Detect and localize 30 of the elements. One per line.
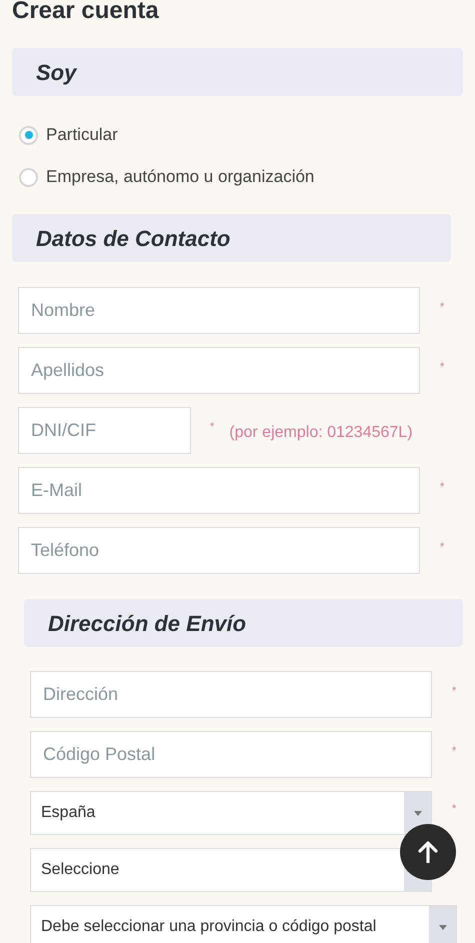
select-field[interactable]: España — [30, 791, 432, 835]
page-title: Crear cuenta — [12, 0, 160, 26]
required-mark: * — [210, 420, 214, 435]
required-mark: * — [452, 802, 456, 817]
radio-button[interactable] — [19, 168, 38, 186]
required-mark: * — [440, 480, 444, 495]
required-mark: * — [452, 684, 456, 699]
input-field[interactable]: Código Postal — [30, 731, 432, 778]
section-title: Soy — [36, 58, 76, 87]
required-mark: * — [440, 300, 444, 315]
radio-label: Empresa, autónomo u organización — [46, 166, 314, 188]
select-field[interactable]: Seleccione — [30, 848, 432, 892]
caret-icon — [414, 810, 422, 816]
hint-text: (por ejemplo: 01234567L) — [229, 423, 413, 443]
input-field[interactable]: Teléfono — [18, 527, 420, 574]
section-title: Datos de Contacto — [36, 224, 230, 252]
required-mark: * — [440, 360, 444, 375]
required-mark: * — [452, 744, 456, 759]
input-field[interactable]: Nombre — [18, 287, 420, 334]
input-field[interactable]: Apellidos — [18, 347, 420, 394]
radio-button[interactable] — [19, 126, 38, 144]
input-field[interactable]: Dirección — [30, 671, 432, 718]
arrow-up-icon — [418, 841, 438, 863]
input-field[interactable]: DNI/CIF — [18, 407, 191, 454]
input-field[interactable]: E-Mail — [18, 467, 420, 514]
caret-icon — [438, 924, 446, 930]
select-field[interactable]: Debe seleccionar una provincia o código postal — [30, 905, 457, 943]
radio-label: Particular — [46, 124, 118, 146]
section-title: Dirección de Envío — [48, 610, 246, 638]
required-mark: * — [440, 540, 444, 555]
